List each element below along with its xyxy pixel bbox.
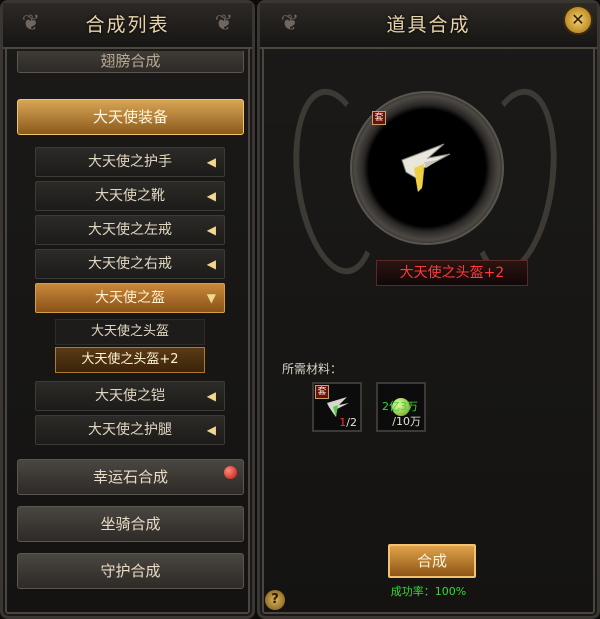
result-display: 套 大天使之头盔+2: [282, 63, 568, 323]
category-wings-synthesis[interactable]: 翅膀合成: [17, 51, 244, 73]
subcategory-label: 大天使之靴: [95, 188, 165, 204]
subcategory-label: 大天使之左戒: [88, 222, 172, 238]
result-item-name: 大天使之头盔+2: [376, 260, 528, 286]
right-title-bar: ❦ 道具合成: [260, 3, 597, 49]
materials-label: 所需材料：: [282, 362, 343, 376]
category-guardian-synthesis[interactable]: 守护合成: [17, 553, 244, 589]
subcategory-archangel-helm[interactable]: 大天使之盔 ▼: [35, 283, 225, 313]
collapse-arrow-icon: ▼: [206, 291, 216, 305]
subcategory-archangel-right-ring[interactable]: 大天使之右戒 ◀: [35, 249, 225, 279]
material-slot-gold[interactable]: 2亿3万 /10万: [376, 382, 426, 432]
expand-arrow-icon: ◀: [206, 257, 216, 271]
expand-arrow-icon: ◀: [206, 389, 216, 403]
right-panel-title: 道具合成: [386, 14, 471, 36]
subcategory-label: 大天使之护手: [88, 154, 172, 170]
item-synthesis-panel: ❦ 道具合成 ✕ 套 大天使之头盔+2 所需材料： 套 1/2 2亿3万 /10…: [257, 0, 600, 619]
close-icon[interactable]: ✕: [563, 5, 593, 35]
category-lucky-stone-synthesis[interactable]: 幸运石合成: [17, 459, 244, 495]
expand-arrow-icon: ◀: [206, 223, 216, 237]
subcategory-label: 大天使之铠: [95, 388, 165, 404]
subcategory-label: 大天使之右戒: [88, 256, 172, 272]
left-title-bar: ❦ 合成列表 ❦: [3, 3, 252, 49]
material-required-amount: /10万: [392, 415, 421, 428]
subcategory-label: 大天使之盔: [95, 290, 165, 306]
leaf-archangel-helmet[interactable]: 大天使之头盔: [55, 319, 205, 345]
set-badge-icon: 套: [372, 111, 386, 125]
material-owned-amount: 2亿3万: [382, 400, 418, 413]
material-slot-helmet[interactable]: 套 1/2: [312, 382, 362, 432]
help-icon[interactable]: ?: [265, 590, 285, 610]
subcategory-archangel-boots[interactable]: 大天使之靴 ◀: [35, 181, 225, 211]
synthesis-list-panel: ❦ 合成列表 ❦ 翅膀合成 大天使装备 大天使之护手 ◀ 大天使之靴 ◀ 大天使…: [0, 0, 255, 619]
archangel-helmet-icon: [401, 143, 451, 192]
subcategory-archangel-leggings[interactable]: 大天使之护腿 ◀: [35, 415, 225, 445]
expand-arrow-icon: ◀: [206, 155, 216, 169]
synthesis-list: 翅膀合成 大天使装备 大天使之护手 ◀ 大天使之靴 ◀ 大天使之左戒 ◀ 大天使…: [13, 51, 248, 611]
expand-arrow-icon: ◀: [206, 423, 216, 437]
leaf-archangel-helmet-plus2[interactable]: 大天使之头盔+2: [55, 347, 205, 373]
subcategory-archangel-gauntlets[interactable]: 大天使之护手 ◀: [35, 147, 225, 177]
expand-arrow-icon: ◀: [206, 189, 216, 203]
material-count: 1/2: [339, 416, 357, 429]
right-ornament-icon: ❦: [214, 11, 234, 36]
category-label: 幸运石合成: [92, 468, 168, 486]
category-archangel-equipment[interactable]: 大天使装备: [17, 99, 244, 135]
subcategory-archangel-left-ring[interactable]: 大天使之左戒 ◀: [35, 215, 225, 245]
subcategory-archangel-armor[interactable]: 大天使之铠 ◀: [35, 381, 225, 411]
category-mount-synthesis[interactable]: 坐骑合成: [17, 506, 244, 542]
notification-dot-icon: [224, 466, 237, 479]
success-rate: 成功率：100%: [390, 585, 467, 598]
craft-button[interactable]: 合成: [388, 544, 476, 578]
subcategory-label: 大天使之护腿: [88, 422, 172, 438]
